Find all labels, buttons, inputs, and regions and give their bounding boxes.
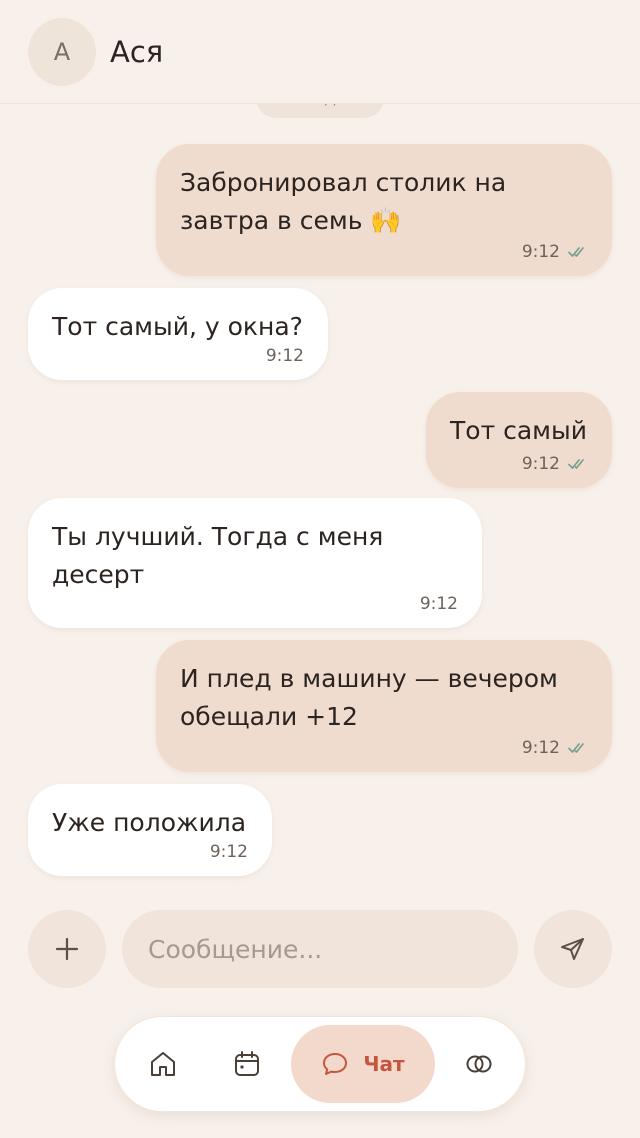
add-attachment-button[interactable]: [28, 910, 106, 988]
message-text: Тот самый, у окна?: [52, 312, 303, 341]
message-meta: 9:12: [522, 738, 588, 758]
chat-icon: [323, 1053, 348, 1075]
nav-item-home[interactable]: [123, 1025, 203, 1103]
nav-item-calendar[interactable]: [207, 1025, 287, 1103]
calendar-icon: [235, 1051, 259, 1076]
send-icon: [561, 938, 584, 960]
nav-item-chat-label: Чат: [363, 1052, 405, 1076]
message-bubble-outgoing[interactable]: И плед в машину — вечером обещали +12 9:…: [156, 640, 612, 772]
message-bubble-outgoing[interactable]: Тот самый 9:12: [426, 392, 612, 488]
plus-icon: [55, 937, 79, 961]
message-time: 9:12: [209, 842, 248, 862]
message-text: Забронировал столик на завтра в семь 🙌: [180, 168, 507, 235]
chat-header: А Ася: [0, 0, 640, 104]
bottom-nav: Чат: [114, 1016, 526, 1112]
avatar[interactable]: А: [28, 17, 96, 86]
double-check-icon: [568, 459, 584, 469]
message-text: И плед в машину — вечером обещали +12: [180, 664, 558, 731]
message-meta: 9:12: [266, 346, 304, 366]
message-bubble-incoming[interactable]: Ты лучший. Тогда с меня десерт 9:12: [28, 498, 482, 628]
message-time: 9:12: [521, 454, 560, 474]
message-text: Тот самый: [450, 416, 587, 445]
home-icon: [151, 1052, 175, 1076]
send-button[interactable]: [534, 910, 612, 988]
double-check-icon: [568, 247, 584, 257]
message-bubble-outgoing[interactable]: Забронировал столик на завтра в семь 🙌 9…: [156, 144, 612, 276]
double-check-icon: [568, 743, 584, 753]
message-meta: 9:12: [210, 842, 248, 862]
message-text: Ты лучший. Тогда с меня десерт: [52, 522, 384, 589]
message-time: 9:12: [419, 594, 458, 614]
message-meta: 9:12: [522, 242, 588, 262]
rings-icon: [466, 1055, 492, 1073]
message-meta: 9:12: [420, 594, 458, 614]
message-bubble-incoming[interactable]: Тот самый, у окна? 9:12: [28, 288, 328, 380]
message-bubble-incoming[interactable]: Уже положила 9:12: [28, 784, 272, 876]
nav-item-couple[interactable]: [439, 1025, 519, 1103]
message-text: Уже положила: [52, 808, 247, 837]
message-meta: 9:12: [522, 454, 588, 474]
nav-item-chat[interactable]: Чат: [291, 1025, 435, 1103]
message-time: 9:12: [265, 346, 304, 366]
message-input[interactable]: [122, 910, 518, 988]
avatar-initial: А: [53, 37, 71, 66]
message-time: 9:12: [521, 738, 560, 758]
contact-name[interactable]: Ася: [110, 35, 163, 69]
message-time: 9:12: [521, 242, 560, 262]
